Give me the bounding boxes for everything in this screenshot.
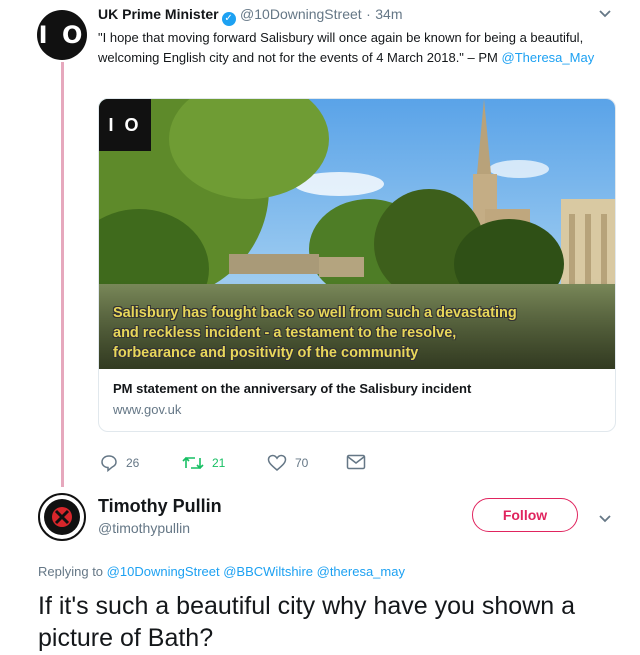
- card-logo: I O: [99, 99, 151, 151]
- retweet-action[interactable]: 21: [182, 454, 225, 472]
- verified-badge-icon: ✓: [221, 12, 236, 26]
- tweet-time[interactable]: 34m: [375, 6, 402, 22]
- overlay-line: Salisbury has fought back so well from s…: [113, 305, 517, 321]
- envelope-icon: [346, 454, 366, 470]
- reply-text: If it's such a beautiful city why have y…: [38, 592, 575, 652]
- replying-prefix: Replying to: [38, 564, 104, 579]
- card-overlay-quote: Salisbury has fought back so well from s…: [113, 303, 613, 363]
- overlay-line: and reckless incident - a testament to t…: [113, 325, 457, 341]
- tweet-menu-chevron-icon[interactable]: [598, 6, 612, 22]
- reply-author-avatar[interactable]: [38, 493, 86, 541]
- link-card[interactable]: I O Salisbury has fought back so well fr…: [98, 98, 616, 432]
- separator-dot: ·: [366, 6, 371, 22]
- reply-author-name[interactable]: Timothy Pullin: [98, 496, 222, 517]
- heart-icon: [267, 454, 287, 471]
- card-title: PM statement on the anniversary of the S…: [113, 381, 472, 396]
- author-name[interactable]: UK Prime Minister: [98, 6, 219, 22]
- card-image: I O Salisbury has fought back so well fr…: [99, 99, 615, 369]
- tweet-header: UK Prime Minister ✓ @10DowningStreet · 34…: [98, 6, 402, 26]
- follow-button[interactable]: Follow: [472, 498, 578, 532]
- reply-action[interactable]: 26: [100, 454, 139, 472]
- overlay-line: forbearance and positivity of the commun…: [113, 345, 419, 361]
- author-handle[interactable]: @10DowningStreet: [240, 6, 362, 22]
- replying-mention[interactable]: @BBCWiltshire: [223, 564, 313, 579]
- like-count: 70: [295, 456, 309, 470]
- replying-mention[interactable]: @10DowningStreet: [107, 564, 220, 579]
- card-domain: www.gov.uk: [113, 402, 182, 417]
- reply-menu-chevron-icon[interactable]: [598, 511, 612, 527]
- tweet-mention-link[interactable]: @Theresa_May: [502, 50, 595, 65]
- reply-icon: [101, 455, 117, 472]
- reply-count: 26: [126, 456, 140, 470]
- replying-to-line: Replying to @10DowningStreet @BBCWiltshi…: [38, 564, 405, 579]
- reply-author-handle[interactable]: @timothypullin: [98, 520, 190, 536]
- like-action[interactable]: 70: [267, 454, 308, 472]
- replying-mention[interactable]: @theresa_may: [317, 564, 405, 579]
- author-avatar[interactable]: I O: [37, 10, 87, 60]
- tweet-text: "I hope that moving forward Salisbury wi…: [98, 28, 608, 68]
- retweet-icon: [182, 456, 204, 470]
- direct-message-action[interactable]: [346, 454, 374, 470]
- retweet-count: 21: [212, 456, 226, 470]
- card-body: PM statement on the anniversary of the S…: [99, 369, 615, 429]
- thread-connector-line: [61, 62, 64, 487]
